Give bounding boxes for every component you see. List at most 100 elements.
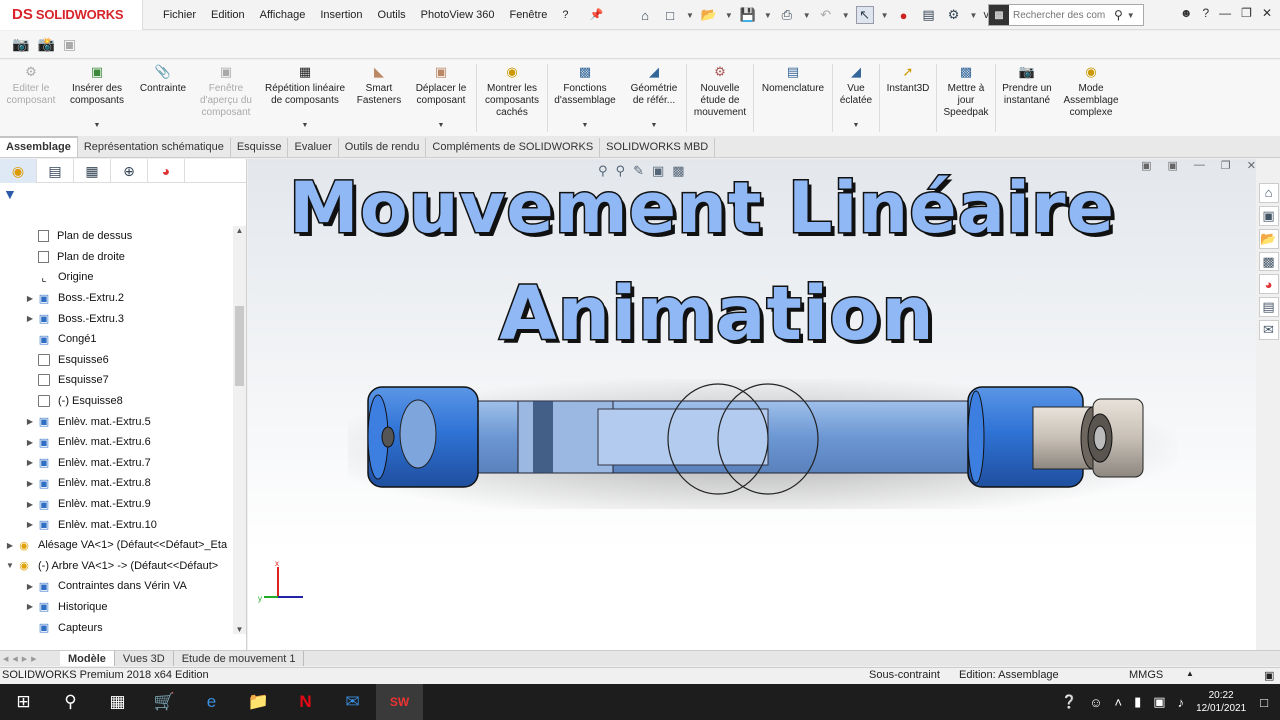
options-gear-icon[interactable]: ⚙ [945, 6, 963, 24]
expand-arrow-icon[interactable]: ▶ [24, 458, 36, 467]
ribbon-bom[interactable]: ▤ Nomenclature [754, 60, 832, 136]
tree-item[interactable]: ▣ Capteurs [0, 617, 232, 638]
battery-icon[interactable]: ▮ [1134, 694, 1141, 710]
open-folder-icon[interactable]: 📂 [700, 6, 718, 24]
tree-item[interactable]: ▶ ▣ Historique [0, 597, 232, 618]
prev-tab-icon[interactable]: ◀ [12, 655, 17, 663]
chevron-down-icon[interactable]: ▼ [803, 11, 811, 20]
tree-item[interactable]: (-) Esquisse8 [0, 391, 232, 412]
last-tab-icon[interactable]: ▶ [31, 655, 36, 663]
close-icon[interactable]: ✕ [1262, 6, 1272, 20]
search-input[interactable] [1009, 9, 1114, 21]
clock[interactable]: 20:22 12/01/2021 [1196, 689, 1246, 715]
minimize-icon[interactable]: — [1219, 6, 1231, 20]
tree-item[interactable]: Esquisse6 [0, 350, 232, 371]
ribbon-move-component[interactable]: ▣ Déplacer le composant ▼ [406, 60, 476, 136]
solidworks-resources-icon[interactable]: ⌂ [1258, 183, 1279, 203]
status-message-icon[interactable]: ▣ [1264, 669, 1274, 682]
ribbon-reference-geometry[interactable]: ◢ Géométrie de référ... ▼ [622, 60, 686, 136]
tree-item[interactable]: ▶ ▣ Enlèv. mat.-Extru.9 [0, 494, 232, 515]
display-manager-tab-icon[interactable]: ◕ [148, 159, 185, 183]
new-document-icon[interactable]: □ [661, 6, 679, 24]
tab-esquisse[interactable]: Esquisse [231, 138, 289, 157]
forum-icon[interactable]: ✉ [1258, 320, 1279, 341]
edge-browser-icon[interactable]: e [188, 684, 235, 720]
expand-arrow-icon[interactable]: ▶ [24, 479, 36, 488]
search-box[interactable]: ▩ ⚲ ▼ [988, 4, 1144, 26]
expand-arrow-icon[interactable]: ▶ [24, 500, 36, 509]
chevron-down-icon[interactable]: ▼ [94, 120, 101, 132]
tree-item[interactable]: ▣ Congé1 [0, 329, 232, 350]
solidworks-logo[interactable]: DS SOLIDWORKS [0, 0, 143, 30]
home-icon[interactable]: ⌂ [636, 6, 654, 24]
property-manager-tab-icon[interactable]: ▤ [37, 159, 74, 183]
tree-item[interactable]: Plan de droite [0, 247, 232, 268]
dimxpert-tab-icon[interactable]: ⊕ [111, 159, 148, 183]
expand-arrow-icon[interactable]: ▶ [24, 314, 36, 323]
undo-icon[interactable]: ↶ [817, 6, 835, 24]
tab-assemblage[interactable]: Assemblage [0, 136, 78, 157]
ribbon-preview-window[interactable]: ▣ Fenêtre d'aperçu du composant [194, 60, 258, 136]
first-tab-icon[interactable]: ◀ [3, 655, 8, 663]
task-view-icon[interactable]: ▦ [94, 684, 141, 720]
expand-arrow-icon[interactable]: ▶ [24, 520, 36, 529]
tree-item[interactable]: Plan de dessus [0, 226, 232, 247]
tree-item[interactable]: Esquisse7 [0, 370, 232, 391]
ribbon-show-hidden[interactable]: ◉ Montrer les composants cachés [477, 60, 547, 136]
expand-arrow-icon[interactable]: ▶ [24, 417, 36, 426]
ribbon-mate[interactable]: 📎 Contrainte [132, 60, 194, 136]
chevron-down-icon[interactable]: ▼ [853, 120, 860, 132]
chevron-up-icon[interactable]: ▲ [1186, 669, 1194, 678]
tab-complements[interactable]: Compléments de SOLIDWORKS [426, 138, 601, 157]
people-icon[interactable]: ☺ [1089, 695, 1102, 710]
traffic-light-icon[interactable]: ● [895, 6, 913, 24]
tray-chevron-up-icon[interactable]: ˄ [1115, 695, 1123, 710]
help-icon[interactable]: ? [1202, 6, 1209, 20]
menu-edition[interactable]: Edition [211, 9, 245, 21]
record-icon[interactable]: ▣ [63, 36, 76, 53]
mail-icon[interactable]: ✉ [329, 684, 376, 720]
ribbon-large-assembly[interactable]: ◉ Mode Assemblage complexe [1058, 60, 1124, 136]
save-icon[interactable]: 💾 [739, 6, 757, 24]
network-icon[interactable]: ▣ [1153, 694, 1165, 710]
tab-vues-3d[interactable]: Vues 3D [115, 651, 174, 666]
appearances-icon[interactable]: ◕ [1258, 274, 1279, 295]
print-icon[interactable]: ⎙ [778, 6, 796, 24]
scroll-up-icon[interactable]: ▲ [233, 226, 246, 235]
tree-item[interactable]: ▶ ▣ Boss.-Extru.2 [0, 288, 232, 309]
feature-manager-tab-icon[interactable]: ◉ [0, 159, 37, 183]
menu-affichage[interactable]: Affichage [260, 9, 306, 21]
ribbon-take-snapshot[interactable]: 📷 Prendre un instantané [996, 60, 1058, 136]
ribbon-exploded-view[interactable]: ◢ Vue éclatée ▼ [833, 60, 879, 136]
chevron-down-icon[interactable]: ▼ [1127, 11, 1135, 20]
windows-start-icon[interactable]: ⊞ [0, 684, 47, 720]
chevron-down-icon[interactable]: ▼ [302, 120, 309, 132]
menu-fenetre[interactable]: Fenêtre [509, 9, 547, 21]
ribbon-instant3d[interactable]: ➚ Instant3D [880, 60, 936, 136]
tab-etude-mouvement[interactable]: Etude de mouvement 1 [174, 651, 305, 666]
graphics-area[interactable]: ⚲ ⚲ ✎ ▣ ▩ ▣ ▣ — ❐ ✕ Mouvement Linéaire A… [248, 159, 1256, 650]
ribbon-edit-component[interactable]: ⚙ Editer le composant [0, 60, 62, 136]
cylinder-model[interactable] [348, 379, 1178, 509]
custom-properties-icon[interactable]: ▤ [1258, 297, 1279, 318]
tab-representation-schematique[interactable]: Représentation schématique [78, 138, 231, 157]
tab-outils-de-rendu[interactable]: Outils de rendu [339, 138, 427, 157]
tree-item[interactable]: ▶ ▣ Enlèv. mat.-Extru.8 [0, 473, 232, 494]
menu-outils[interactable]: Outils [378, 9, 406, 21]
search-scope-icon[interactable]: ▩ [989, 5, 1009, 25]
chevron-down-icon[interactable]: ▼ [842, 11, 850, 20]
tree-item[interactable]: ▼ ◉ (-) Arbre VA<1> -> (Défaut<<Défaut> [0, 556, 232, 577]
tab-evaluer[interactable]: Evaluer [288, 138, 339, 157]
chevron-down-icon[interactable]: ▼ [651, 120, 658, 132]
tab-mbd[interactable]: SOLIDWORKS MBD [600, 138, 716, 157]
ribbon-assembly-features[interactable]: ▩ Fonctions d'assemblage ▼ [548, 60, 622, 136]
ribbon-linear-pattern[interactable]: ▦ Répétition linéaire de composants ▼ [258, 60, 352, 136]
tree-item[interactable]: ▶ ▣ Enlèv. mat.-Extru.6 [0, 432, 232, 453]
chevron-down-icon[interactable]: ▼ [686, 11, 694, 20]
next-tab-icon[interactable]: ▶ [22, 655, 27, 663]
menu-help[interactable]: ? [562, 9, 568, 21]
design-library-icon[interactable]: ▣ [1258, 205, 1279, 226]
camera-icon[interactable]: 📷 [12, 36, 29, 53]
help-circle-icon[interactable]: ❔ [1061, 694, 1077, 710]
search-icon[interactable]: ⚲ [1114, 8, 1123, 22]
